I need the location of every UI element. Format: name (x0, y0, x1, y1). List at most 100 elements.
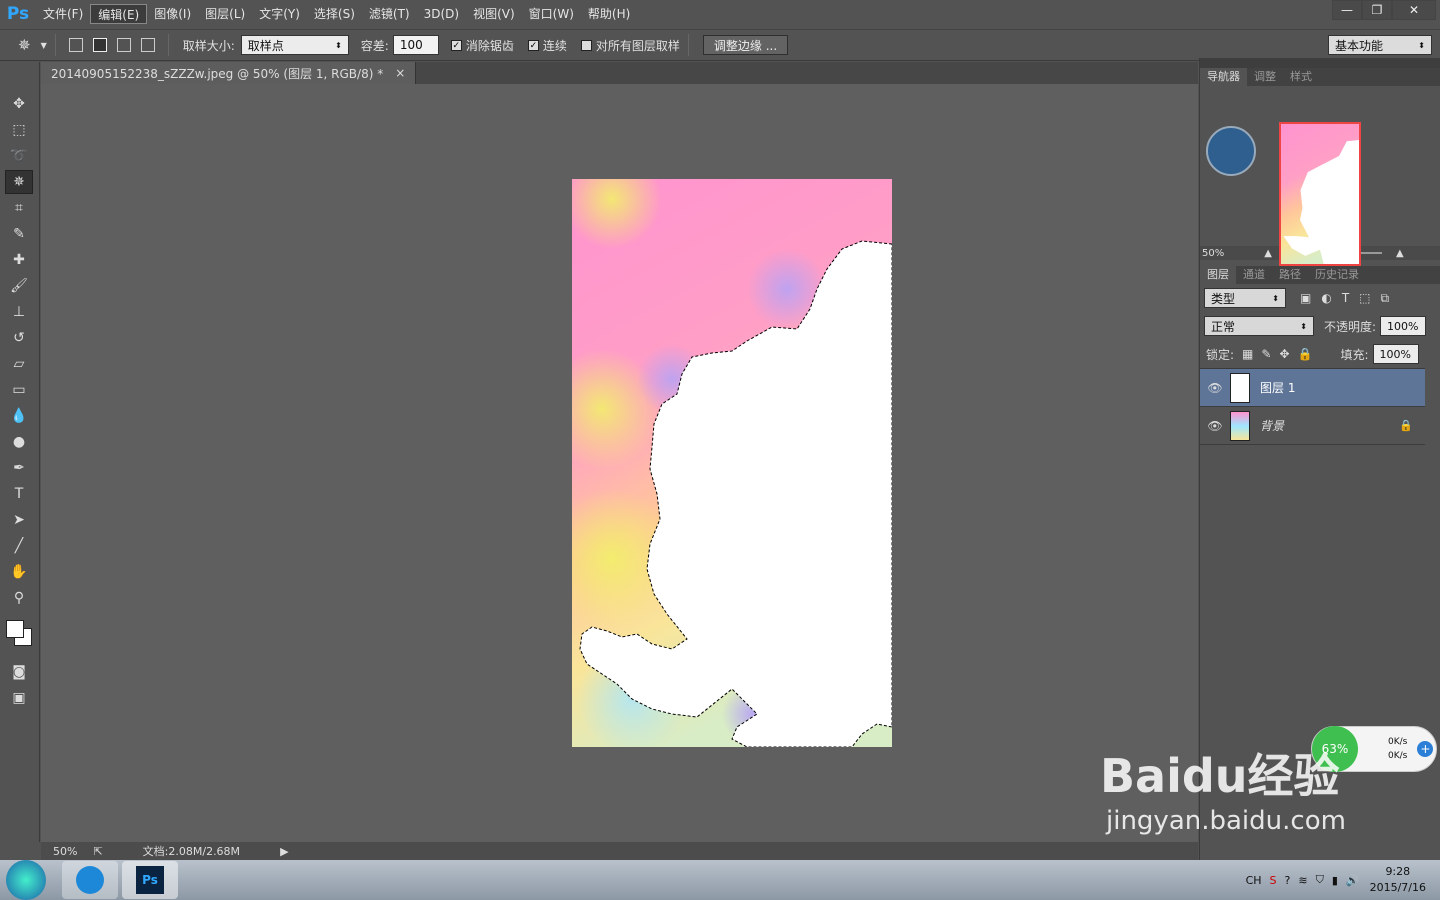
restore-button[interactable]: ❐ (1362, 0, 1392, 20)
document-tab[interactable]: 20140905152238_sZZZw.jpeg @ 50% (图层 1, R… (41, 62, 417, 84)
export-icon[interactable]: ⇱ (93, 845, 102, 858)
navigator-preview[interactable] (1279, 122, 1361, 266)
blend-mode-select[interactable]: 正常 ⬍ (1204, 316, 1314, 336)
zoom-level[interactable]: 50% (53, 845, 77, 858)
eye-icon[interactable]: 👁 (1200, 419, 1230, 433)
filter-type-icon[interactable]: T (1342, 291, 1349, 305)
taskbar-app-browser[interactable] (62, 861, 118, 899)
input-language[interactable]: CH (1246, 874, 1262, 887)
history-brush-tool-icon[interactable]: ↺ (5, 326, 33, 350)
help-icon[interactable]: ? (1285, 874, 1291, 887)
taskbar-app-photoshop[interactable]: Ps (122, 861, 178, 899)
start-button[interactable] (6, 860, 46, 900)
menu-filter[interactable]: 滤镜(T) (362, 4, 417, 24)
wifi-icon[interactable] (1206, 126, 1256, 176)
navigator-zoom-value[interactable]: 50% (1202, 248, 1224, 259)
minimize-button[interactable]: — (1332, 0, 1362, 20)
volume-icon[interactable]: 🔊 (1346, 874, 1360, 887)
fill-input[interactable]: 100% (1372, 344, 1419, 364)
lock-position-icon[interactable]: ✥ (1279, 347, 1289, 361)
filter-adjustment-icon[interactable]: ◐ (1321, 291, 1331, 305)
tolerance-input[interactable]: 100 (392, 35, 439, 55)
pen-tool-icon[interactable]: ✒ (5, 456, 33, 480)
contiguous-checkbox[interactable]: ✓ 连续 (527, 37, 567, 54)
close-tab-icon[interactable]: × (395, 66, 405, 80)
opacity-input[interactable]: 100% (1380, 316, 1427, 336)
dodge-tool-icon[interactable]: ● (5, 430, 33, 454)
intersect-selection-icon[interactable] (140, 38, 155, 52)
menu-image[interactable]: 图像(I) (147, 4, 198, 24)
close-button[interactable]: ✕ (1392, 0, 1436, 20)
tab-history[interactable]: 历史记录 (1308, 266, 1366, 284)
sample-all-layers-checkbox[interactable]: 对所有图层取样 (580, 37, 680, 54)
color-swatches[interactable] (0, 614, 39, 658)
tab-navigator[interactable]: 导航器 (1200, 68, 1247, 86)
workspace-select[interactable]: 基本功能 ⬍ (1328, 35, 1432, 55)
gradient-tool-icon[interactable]: ▭ (5, 378, 33, 402)
line-tool-icon[interactable]: ╱ (5, 534, 33, 558)
menu-type[interactable]: 文字(Y) (252, 4, 307, 24)
magic-wand-preset-picker[interactable]: ✵ ▼ (18, 36, 47, 54)
antialias-checkbox[interactable]: ✓ 消除锯齿 (450, 37, 514, 54)
tab-styles[interactable]: 样式 (1283, 68, 1319, 86)
menu-select[interactable]: 选择(S) (307, 4, 362, 24)
eye-icon[interactable]: 👁 (1200, 381, 1230, 395)
healing-brush-tool-icon[interactable]: ✚ (5, 248, 33, 272)
refine-edge-button[interactable]: 调整边缘 ... (702, 35, 789, 55)
type-tool-icon[interactable]: T (5, 482, 33, 506)
menu-file[interactable]: 文件(F) (36, 4, 90, 24)
menu-3d[interactable]: 3D(D) (417, 4, 466, 24)
filter-shape-icon[interactable]: ⬚ (1359, 291, 1370, 305)
quick-mask-icon[interactable]: ◙ (5, 660, 33, 684)
clock[interactable]: 9:28 2015/7/16 (1370, 864, 1426, 896)
clone-stamp-tool-icon[interactable]: ⊥ (5, 300, 33, 324)
subtract-selection-icon[interactable] (116, 38, 131, 52)
sample-size-select[interactable]: 取样点 ⬍ (240, 35, 349, 55)
menu-view[interactable]: 视图(V) (466, 4, 522, 24)
status-menu-arrow-icon[interactable]: ▶ (280, 845, 288, 858)
menu-window[interactable]: 窗口(W) (522, 4, 581, 24)
layer-filter-select[interactable]: 类型 ⬍ (1204, 288, 1286, 308)
new-selection-icon[interactable] (68, 38, 83, 52)
toolbar-grip[interactable] (0, 62, 39, 90)
eyedropper-tool-icon[interactable]: ✎ (5, 222, 33, 246)
eraser-tool-icon[interactable]: ▱ (5, 352, 33, 376)
plus-icon[interactable]: + (1417, 741, 1434, 757)
tab-channels[interactable]: 通道 (1236, 266, 1272, 284)
move-tool-icon[interactable]: ✥ (5, 92, 33, 116)
zoom-out-icon[interactable]: ▲ (1264, 248, 1272, 259)
panel-dock-header[interactable] (1200, 58, 1440, 68)
menu-layer[interactable]: 图层(L) (198, 4, 252, 24)
menu-edit[interactable]: 编辑(E) (90, 4, 148, 24)
lasso-tool-icon[interactable]: ➰ (5, 144, 33, 168)
brush-tool-icon[interactable]: 🖌 (5, 274, 33, 298)
sogou-icon[interactable]: S (1270, 874, 1277, 887)
shield-icon[interactable]: ⛉ (1316, 873, 1324, 887)
filter-smart-object-icon[interactable]: ⧉ (1381, 291, 1390, 306)
crop-tool-icon[interactable]: ⌗ (5, 196, 33, 220)
blur-tool-icon[interactable]: 💧 (5, 404, 33, 428)
lock-transparent-icon[interactable]: ▦ (1242, 347, 1253, 361)
tab-layers[interactable]: 图层 (1200, 266, 1236, 284)
magic-wand-tool-icon[interactable]: ✵ (5, 170, 33, 194)
filter-image-icon[interactable]: ▣ (1300, 291, 1311, 305)
document-canvas[interactable] (572, 179, 892, 747)
add-to-selection-icon[interactable] (92, 38, 107, 52)
screen-mode-icon[interactable]: ▣ (5, 686, 33, 710)
hand-tool-icon[interactable]: ✋ (5, 560, 33, 584)
wifi-tray-icon[interactable]: ≋ (1298, 874, 1307, 887)
foreground-color-swatch[interactable] (6, 620, 24, 638)
lock-paint-icon[interactable]: ✎ (1261, 347, 1271, 361)
menu-help[interactable]: 帮助(H) (581, 4, 637, 24)
tab-adjustments[interactable]: 调整 (1247, 68, 1283, 86)
layer-row-layer1[interactable]: 👁 图层 1 (1200, 369, 1425, 407)
zoom-tool-icon[interactable]: ⚲ (5, 586, 33, 610)
marquee-tool-icon[interactable]: ⬚ (5, 118, 33, 142)
zoom-in-icon[interactable]: ▲ (1396, 248, 1404, 259)
canvas-area[interactable] (41, 84, 1198, 842)
network-icon[interactable]: ▮ (1332, 874, 1338, 887)
path-selection-tool-icon[interactable]: ➤ (5, 508, 33, 532)
tab-paths[interactable]: 路径 (1272, 266, 1308, 284)
lock-all-icon[interactable]: 🔒 (1298, 347, 1313, 361)
layer-row-background[interactable]: 👁 背景 🔒 (1200, 407, 1425, 445)
